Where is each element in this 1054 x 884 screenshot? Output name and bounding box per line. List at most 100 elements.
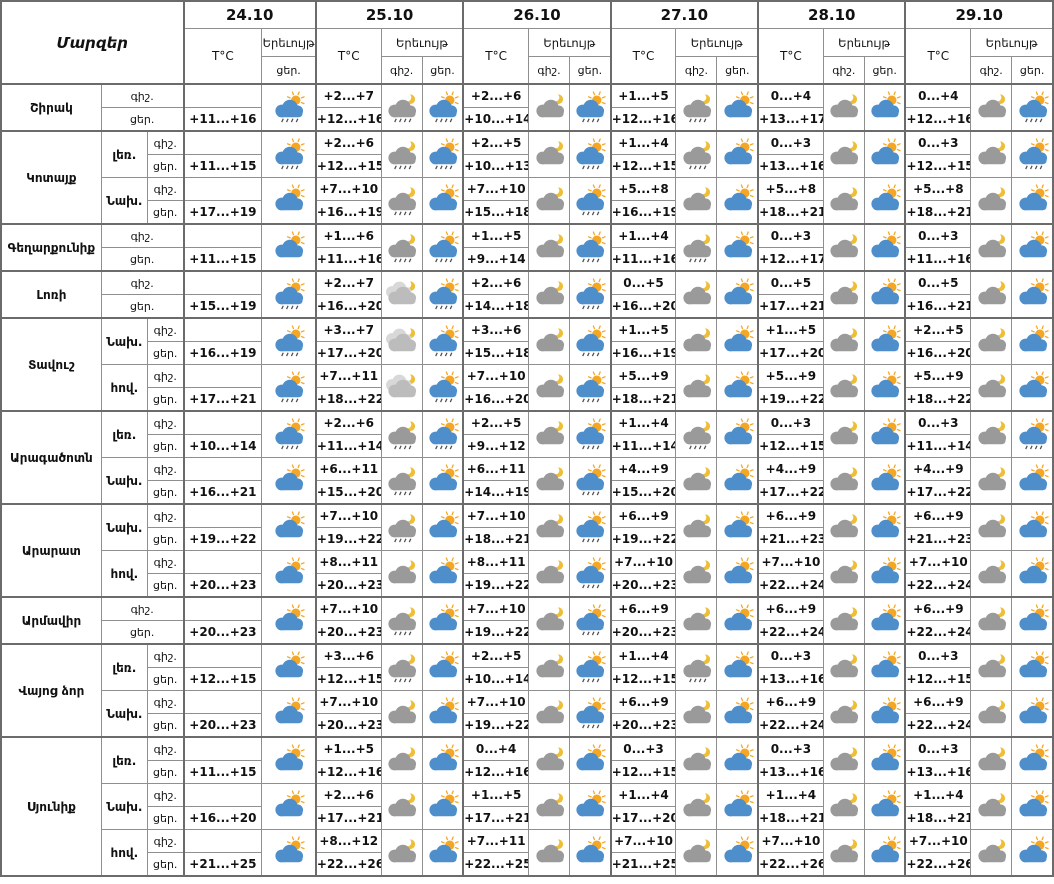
- night-temp: +2...+6: [316, 131, 381, 155]
- day-temp: +13...+16: [758, 761, 823, 784]
- night-row-label: գիշ.: [101, 224, 183, 248]
- moon-cloud-icon: [678, 371, 715, 404]
- day-weather-cell: [570, 784, 611, 830]
- night-temp: [184, 597, 262, 621]
- day-weather-cell: [864, 271, 905, 318]
- day-temp: +17...+21: [184, 388, 262, 412]
- sun-cloud-icon: [719, 511, 756, 544]
- day-temp: +14...+19: [463, 481, 528, 505]
- night-weather-cell: [971, 458, 1012, 505]
- day-temp: +21...+23: [758, 528, 823, 551]
- night-weather-cell: [528, 504, 569, 551]
- day-temp: +20...+23: [184, 714, 262, 738]
- day-weather-cell: [1012, 737, 1053, 784]
- day-weather-cell: [570, 644, 611, 691]
- day-weather-cell: [570, 691, 611, 738]
- sun-cloud-icon: [719, 231, 756, 264]
- moon-cloud-icon: [531, 325, 568, 358]
- sun-cloud-icon: [866, 744, 903, 777]
- moon-cloud-icon: [678, 697, 715, 730]
- sun-cloud-icon: [1014, 744, 1051, 777]
- date-header: 29.10: [905, 1, 1053, 29]
- moon-cloud-icon: [973, 184, 1010, 217]
- night-weather-cell: [971, 224, 1012, 271]
- moon-cloud-rain-icon: [383, 511, 420, 544]
- day-temp: +17...+21: [463, 807, 528, 830]
- moon-cloud-icon: [825, 138, 862, 171]
- day-row-label: ցեր.: [147, 574, 183, 598]
- night-weather-cell: [676, 830, 717, 877]
- moon-cloud-icon: [973, 651, 1010, 684]
- day-weather-cell: [864, 411, 905, 458]
- day-row-label: ցեր.: [147, 714, 183, 738]
- moon-cloud-rain-icon: [678, 651, 715, 684]
- moon-cloud-icon: [678, 278, 715, 311]
- sun-cloud-rain-icon: [424, 371, 461, 404]
- day-weather-cell: [262, 131, 316, 178]
- moon-cloud-icon: [973, 790, 1010, 823]
- day-weather-cell: [570, 318, 611, 365]
- day-row-label: ցեր.: [101, 248, 183, 272]
- day-weather-cell: [1012, 784, 1053, 830]
- night-weather-cell: [823, 784, 864, 830]
- day-weather-cell: [1012, 551, 1053, 598]
- day-weather-cell: [717, 737, 758, 784]
- sun-cloud-rain-icon: [571, 138, 608, 171]
- night-temp: +1...+4: [758, 784, 823, 807]
- sun-cloud-rain-icon: [424, 138, 461, 171]
- region-name: Շիրակ: [1, 84, 101, 131]
- moon-cloud-rain-icon: [383, 91, 420, 124]
- sun-cloud-icon: [866, 464, 903, 497]
- day-weather-cell: [864, 691, 905, 738]
- sun-cloud-icon: [1014, 790, 1051, 823]
- day-weather-cell: [1012, 691, 1053, 738]
- region-name: Արագածոտն: [1, 411, 101, 504]
- night-weather-cell: [381, 458, 422, 505]
- temp-column-header: T°C: [611, 29, 676, 85]
- night-temp: +4...+9: [758, 458, 823, 481]
- night-row-label: գիշ.: [147, 318, 183, 342]
- night-temp: 0...+3: [905, 411, 970, 435]
- night-row-label: գիշ.: [147, 504, 183, 528]
- night-weather-cell: [528, 411, 569, 458]
- night-weather-cell: [528, 318, 569, 365]
- night-temp: [184, 411, 262, 435]
- night-temp: +2...+7: [316, 84, 381, 108]
- sun-cloud-rain-icon: [270, 278, 307, 311]
- night-weather-cell: [823, 458, 864, 505]
- day-temp: +22...+25: [463, 853, 528, 877]
- date-header: 25.10: [316, 1, 463, 29]
- night-weather-cell: [823, 691, 864, 738]
- moon-cloud-icon: [531, 744, 568, 777]
- sun-cloud-rain-icon: [571, 697, 608, 730]
- day-weather-cell: [864, 84, 905, 131]
- night-weather-cell: [528, 737, 569, 784]
- night-temp: +2...+5: [463, 411, 528, 435]
- night-temp: +7...+10: [905, 551, 970, 574]
- moon-cloud-icon: [825, 464, 862, 497]
- sun-cloud-rain-icon: [424, 91, 461, 124]
- zone-label: լեռ.: [101, 131, 147, 178]
- moon-cloud-icon: [973, 371, 1010, 404]
- day-weather-cell: [570, 411, 611, 458]
- day-temp: +17...+22: [905, 481, 970, 505]
- sun-cloud-icon: [719, 464, 756, 497]
- day-temp: +22...+24: [905, 714, 970, 738]
- day-temp: +16...+20: [184, 807, 262, 830]
- night-weather-cell: [971, 504, 1012, 551]
- night-temp: +1...+4: [611, 644, 676, 668]
- night-temp: +7...+10: [463, 178, 528, 201]
- day-temp: +19...+22: [463, 714, 528, 738]
- moon-cloud-icon: [973, 511, 1010, 544]
- temp-column-header: T°C: [316, 29, 381, 85]
- day-temp: +22...+24: [758, 574, 823, 598]
- sun-cloud-icon: [424, 744, 461, 777]
- phenomenon-header: Երեւույթ: [262, 29, 316, 57]
- night-temp: 0...+3: [905, 644, 970, 668]
- night-row-label: գիշ.: [147, 830, 183, 853]
- day-temp: +18...+21: [758, 201, 823, 225]
- night-temp: +6...+9: [905, 691, 970, 714]
- day-weather-cell: [864, 224, 905, 271]
- phenomenon-header: Երեւույթ: [823, 29, 905, 57]
- day-weather-cell: [717, 365, 758, 412]
